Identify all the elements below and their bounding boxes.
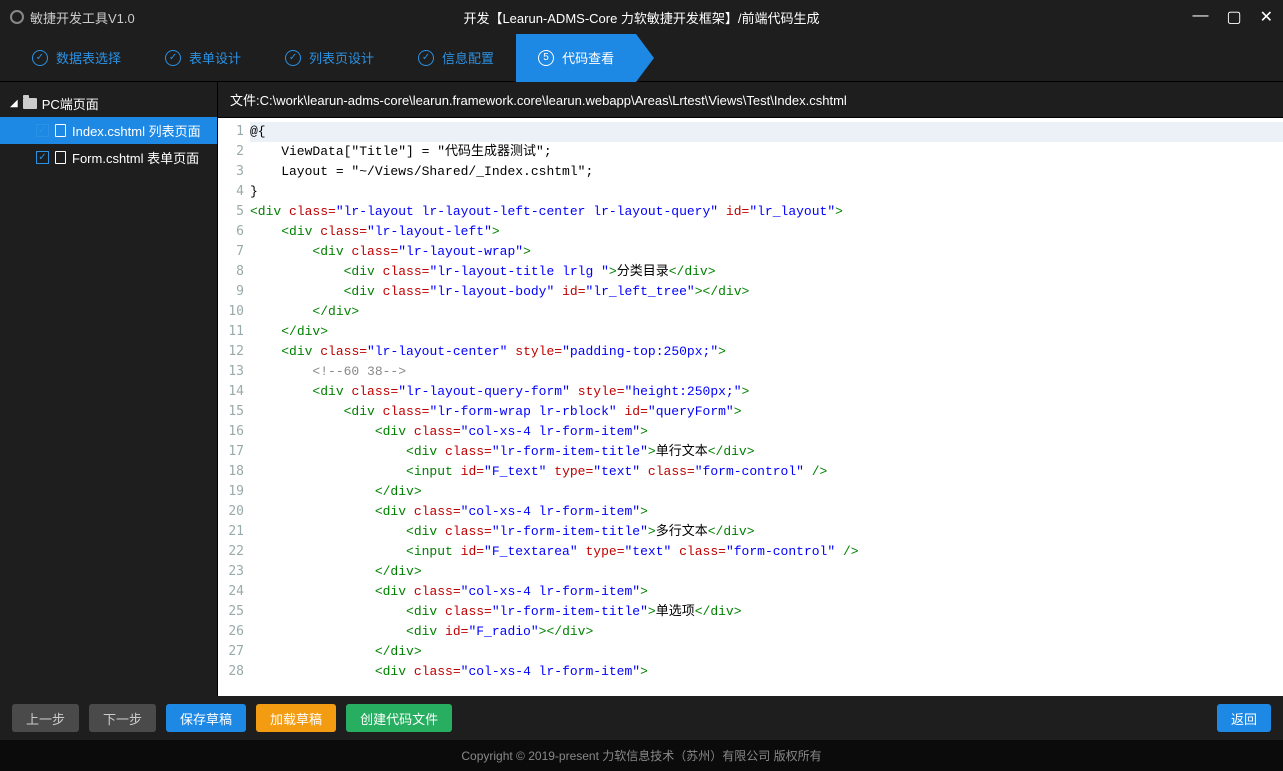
load-draft-button[interactable]: 加载草稿	[256, 704, 336, 732]
code-line[interactable]: <div class="col-xs-4 lr-form-item">	[250, 502, 1283, 522]
code-line[interactable]: <!--60 38-->	[250, 362, 1283, 382]
create-file-button[interactable]: 创建代码文件	[346, 704, 452, 732]
step-1[interactable]: ✓ 数据表选择	[10, 34, 143, 82]
code-line[interactable]: <input id="F_textarea" type="text" class…	[250, 542, 1283, 562]
file-path-bar: 文件:C:\work\learun-adms-core\learun.frame…	[218, 82, 1283, 118]
code-line[interactable]: @{	[250, 122, 1283, 142]
gear-icon	[10, 10, 24, 24]
code-line[interactable]: <div class="lr-layout-left">	[250, 222, 1283, 242]
code-line[interactable]: </div>	[250, 562, 1283, 582]
checkbox-icon[interactable]: ✓	[36, 124, 49, 137]
code-line[interactable]: ViewData["Title"] = "代码生成器测试";	[250, 142, 1283, 162]
footer-bar: 上一步 下一步 保存草稿 加载草稿 创建代码文件 返回	[0, 696, 1283, 740]
step-bar: ✓ 数据表选择 ✓ 表单设计 ✓ 列表页设计 ✓ 信息配置 5 代码查看	[0, 34, 1283, 82]
code-line[interactable]: Layout = "~/Views/Shared/_Index.cshtml";	[250, 162, 1283, 182]
code-line[interactable]: <div class="col-xs-4 lr-form-item">	[250, 662, 1283, 682]
code-line[interactable]: </div>	[250, 302, 1283, 322]
code-line[interactable]: <div class="lr-layout-query-form" style=…	[250, 382, 1283, 402]
file-icon	[55, 151, 66, 164]
code-line[interactable]: <div class="col-xs-4 lr-form-item">	[250, 422, 1283, 442]
folder-icon	[23, 98, 37, 109]
code-line[interactable]: <div class="lr-form-item-title">单选项</div…	[250, 602, 1283, 622]
step-num-icon: ✓	[165, 50, 181, 66]
app-name-text: 敏捷开发工具V1.0	[30, 8, 135, 27]
step-label: 信息配置	[442, 48, 494, 67]
step-3[interactable]: ✓ 列表页设计	[263, 34, 396, 82]
copyright: Copyright © 2019-present 力软信息技术（苏州）有限公司 …	[0, 740, 1283, 771]
back-button[interactable]: 返回	[1217, 704, 1271, 732]
step-num-icon: ✓	[32, 50, 48, 66]
window-title: 开发【Learun-ADMS-Core 力软敏捷开发框架】/前端代码生成	[463, 8, 819, 27]
code-line[interactable]: </div>	[250, 642, 1283, 662]
step-2[interactable]: ✓ 表单设计	[143, 34, 263, 82]
tree-item-label: Form.cshtml 表单页面	[72, 148, 199, 167]
content-area: 文件:C:\work\learun-adms-core\learun.frame…	[218, 82, 1283, 696]
step-label: 表单设计	[189, 48, 241, 67]
main-area: ◢ PC端页面 ✓ Index.cshtml 列表页面 ✓ Form.cshtml 表…	[0, 82, 1283, 696]
code-line[interactable]: <div class="lr-form-item-title">多行文本</di…	[250, 522, 1283, 542]
window-controls: — ▢ ✕	[1192, 7, 1273, 27]
maximize-icon[interactable]: ▢	[1226, 7, 1241, 27]
tree-item-label: Index.cshtml 列表页面	[72, 121, 201, 140]
tree-item[interactable]: ✓ Index.cshtml 列表页面	[0, 117, 217, 144]
sidebar: ◢ PC端页面 ✓ Index.cshtml 列表页面 ✓ Form.cshtml 表…	[0, 82, 218, 696]
step-label: 数据表选择	[56, 48, 121, 67]
minimize-icon[interactable]: —	[1192, 7, 1208, 27]
code-line[interactable]: <div class="lr-layout-center" style="pad…	[250, 342, 1283, 362]
close-icon[interactable]: ✕	[1260, 7, 1273, 27]
step-label: 列表页设计	[309, 48, 374, 67]
code-line[interactable]: <div class="lr-layout-wrap">	[250, 242, 1283, 262]
app-title: 敏捷开发工具V1.0	[10, 8, 135, 27]
prev-button[interactable]: 上一步	[12, 704, 79, 732]
checkbox-icon[interactable]: ✓	[36, 151, 49, 164]
tree-item[interactable]: ✓ Form.cshtml 表单页面	[0, 144, 217, 171]
code-editor[interactable]: 1234567891011121314151617181920212223242…	[218, 118, 1283, 696]
titlebar: 敏捷开发工具V1.0 开发【Learun-ADMS-Core 力软敏捷开发框架】…	[0, 0, 1283, 34]
caret-down-icon: ◢	[10, 98, 18, 109]
code-line[interactable]: <div class="lr-form-item-title">单行文本</di…	[250, 442, 1283, 462]
tree-root[interactable]: ◢ PC端页面	[0, 90, 217, 117]
code-line[interactable]: <div class="col-xs-4 lr-form-item">	[250, 582, 1283, 602]
step-4[interactable]: ✓ 信息配置	[396, 34, 516, 82]
code-line[interactable]: </div>	[250, 482, 1283, 502]
save-draft-button[interactable]: 保存草稿	[166, 704, 246, 732]
step-label: 代码查看	[562, 48, 614, 67]
code-line[interactable]: <input id="F_text" type="text" class="fo…	[250, 462, 1283, 482]
code-line[interactable]: <div class="lr-layout-body" id="lr_left_…	[250, 282, 1283, 302]
code-line[interactable]: <div class="lr-layout lr-layout-left-cen…	[250, 202, 1283, 222]
code-line[interactable]: <div id="F_radio"></div>	[250, 622, 1283, 642]
next-button[interactable]: 下一步	[89, 704, 156, 732]
step-5[interactable]: 5 代码查看	[516, 34, 636, 82]
line-gutter: 1234567891011121314151617181920212223242…	[218, 118, 250, 696]
code-line[interactable]: <div class="lr-layout-title lrlg ">分类目录<…	[250, 262, 1283, 282]
step-num-icon: ✓	[285, 50, 301, 66]
code-line[interactable]: }	[250, 182, 1283, 202]
code-body[interactable]: @{ ViewData["Title"] = "代码生成器测试"; Layout…	[250, 118, 1283, 696]
file-icon	[55, 124, 66, 137]
step-num-icon: ✓	[418, 50, 434, 66]
code-line[interactable]: <div class="lr-form-wrap lr-rblock" id="…	[250, 402, 1283, 422]
code-line[interactable]: </div>	[250, 322, 1283, 342]
step-num-icon: 5	[538, 50, 554, 66]
tree-root-label: PC端页面	[42, 94, 99, 113]
